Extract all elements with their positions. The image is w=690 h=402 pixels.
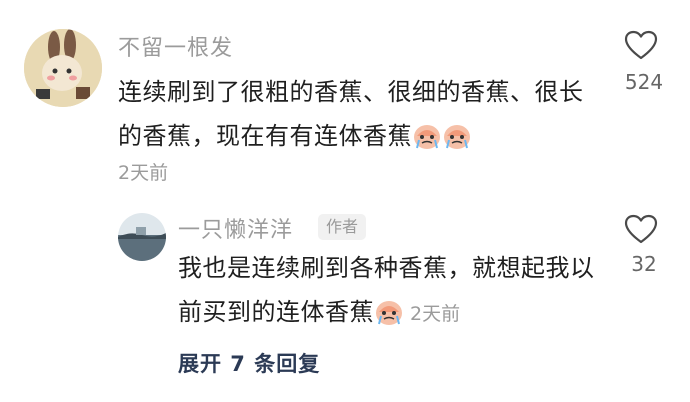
expand-replies-button[interactable]: 展开 7 条回复 bbox=[178, 348, 320, 378]
crying-emoji-icon bbox=[374, 296, 404, 325]
commenter-avatar[interactable] bbox=[24, 29, 102, 107]
heart-icon[interactable] bbox=[624, 214, 658, 244]
reply-avatar[interactable] bbox=[118, 213, 166, 261]
comment-timestamp: 2天前 bbox=[118, 162, 169, 184]
reply-text: 我也是连续刷到各种香蕉，就想起我以前买到的连体香蕉 2天前 bbox=[178, 254, 595, 326]
reply-like-button[interactable] bbox=[624, 214, 658, 248]
author-badge: 作者 bbox=[318, 214, 367, 240]
reply-timestamp: 2天前 bbox=[410, 303, 461, 325]
reply-username[interactable]: 一只懒洋洋 bbox=[178, 212, 293, 244]
commenter-username[interactable]: 不留一根发 bbox=[118, 30, 233, 62]
comment-text: 连续刷到了很粗的香蕉、很细的香蕉、很长的香蕉，现在有有连体香蕉 bbox=[118, 78, 584, 150]
comment-like-button[interactable] bbox=[624, 30, 658, 64]
comment-like-count: 524 bbox=[624, 70, 664, 94]
reply-like-count: 32 bbox=[631, 252, 657, 276]
heart-icon[interactable] bbox=[624, 30, 658, 60]
crying-emoji-icon bbox=[442, 120, 472, 149]
crying-emoji-icon bbox=[412, 120, 442, 149]
